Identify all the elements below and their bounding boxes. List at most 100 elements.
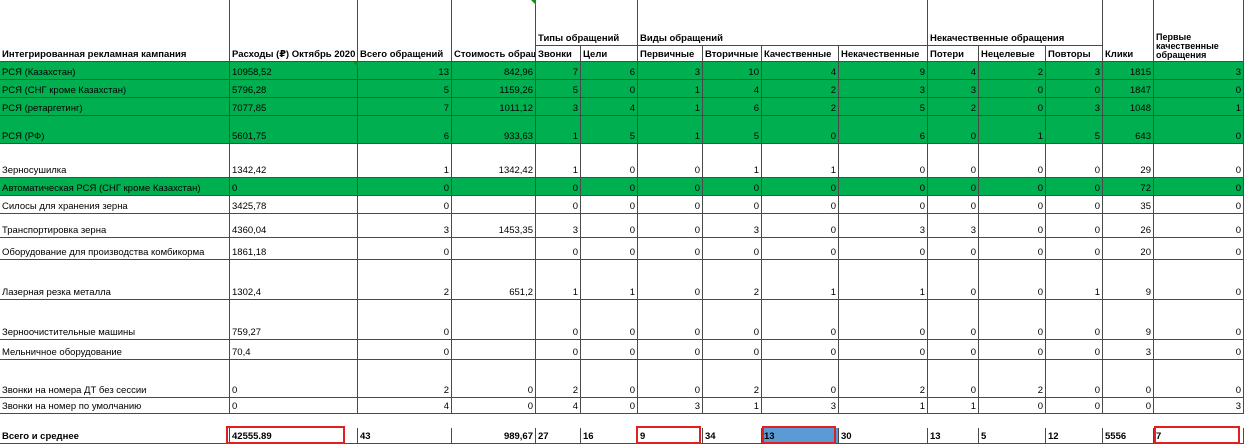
- data-cell[interactable]: 1342,42: [230, 144, 358, 178]
- data-cell[interactable]: 0: [762, 116, 839, 144]
- data-cell[interactable]: 3: [762, 398, 839, 414]
- data-cell[interactable]: 0: [638, 144, 703, 178]
- data-cell[interactable]: 5: [536, 80, 581, 98]
- campaign-name-cell[interactable]: Автоматическая РСЯ (СНГ кроме Казахстан): [0, 178, 230, 196]
- header-campaign[interactable]: Интегрированная рекламная кампания: [0, 0, 230, 62]
- data-cell[interactable]: 0: [762, 214, 839, 238]
- header-calls[interactable]: Звонки: [536, 46, 581, 62]
- totals-cell[interactable]: 989,67: [452, 428, 536, 444]
- data-cell[interactable]: 0: [1046, 360, 1103, 398]
- data-cell[interactable]: 35: [1103, 196, 1154, 214]
- data-cell[interactable]: 0: [762, 360, 839, 398]
- data-cell[interactable]: 0: [762, 340, 839, 360]
- campaign-name-cell[interactable]: Лазерная резка металла: [0, 260, 230, 300]
- data-cell[interactable]: 0: [703, 178, 762, 196]
- totals-cell[interactable]: 16: [581, 428, 638, 444]
- data-cell[interactable]: 2: [979, 62, 1046, 80]
- data-cell[interactable]: 2: [358, 360, 452, 398]
- data-cell[interactable]: 0: [1154, 214, 1244, 238]
- data-cell[interactable]: 1: [1046, 260, 1103, 300]
- data-cell[interactable]: 4: [536, 398, 581, 414]
- data-cell[interactable]: 0: [839, 144, 928, 178]
- header-clicks[interactable]: Клики: [1103, 0, 1154, 62]
- data-cell[interactable]: 0: [638, 178, 703, 196]
- data-cell[interactable]: 6: [358, 116, 452, 144]
- data-cell[interactable]: 0: [230, 360, 358, 398]
- data-cell[interactable]: 0: [638, 196, 703, 214]
- totals-cell[interactable]: 30: [839, 428, 928, 444]
- campaign-name-cell[interactable]: Звонки на номер по умолчанию: [0, 398, 230, 414]
- header-nonquality[interactable]: Некачественные: [839, 46, 928, 62]
- data-cell[interactable]: 0: [979, 196, 1046, 214]
- data-cell[interactable]: 3: [1046, 62, 1103, 80]
- data-cell[interactable]: 2: [762, 98, 839, 116]
- data-cell[interactable]: 7: [358, 98, 452, 116]
- data-cell[interactable]: 5601,75: [230, 116, 358, 144]
- data-cell[interactable]: 0: [1046, 398, 1103, 414]
- campaign-name-cell[interactable]: РСЯ (РФ): [0, 116, 230, 144]
- data-cell[interactable]: [452, 340, 536, 360]
- data-cell[interactable]: 0: [581, 80, 638, 98]
- data-cell[interactable]: 0: [979, 98, 1046, 116]
- data-cell[interactable]: 0: [1046, 340, 1103, 360]
- totals-cell[interactable]: 7: [1154, 428, 1244, 444]
- data-cell[interactable]: 5: [581, 116, 638, 144]
- campaign-name-cell[interactable]: Транспортировка зерна: [0, 214, 230, 238]
- data-cell[interactable]: 0: [358, 340, 452, 360]
- totals-cell[interactable]: 5556: [1103, 428, 1154, 444]
- data-cell[interactable]: 2: [358, 260, 452, 300]
- data-cell[interactable]: 1: [839, 398, 928, 414]
- header-goals[interactable]: Цели: [581, 46, 638, 62]
- data-cell[interactable]: 1: [928, 398, 979, 414]
- data-cell[interactable]: 3: [536, 98, 581, 116]
- data-cell[interactable]: 0: [536, 238, 581, 260]
- data-cell[interactable]: 643: [1103, 116, 1154, 144]
- data-cell[interactable]: 0: [536, 340, 581, 360]
- data-cell[interactable]: 0: [928, 340, 979, 360]
- data-cell[interactable]: 3: [839, 80, 928, 98]
- data-cell[interactable]: 1: [762, 144, 839, 178]
- data-cell[interactable]: 0: [1154, 238, 1244, 260]
- data-cell[interactable]: 0: [1046, 80, 1103, 98]
- data-cell[interactable]: 0: [762, 178, 839, 196]
- data-cell[interactable]: 0: [703, 340, 762, 360]
- data-cell[interactable]: 0: [1154, 260, 1244, 300]
- campaign-name-cell[interactable]: Силосы для хранения зерна: [0, 196, 230, 214]
- data-cell[interactable]: 1159,26: [452, 80, 536, 98]
- data-cell[interactable]: 4360,04: [230, 214, 358, 238]
- data-cell[interactable]: 7: [536, 62, 581, 80]
- data-cell[interactable]: 651,2: [452, 260, 536, 300]
- data-cell[interactable]: 3: [928, 214, 979, 238]
- data-cell[interactable]: 0: [979, 300, 1046, 340]
- data-cell[interactable]: 0: [839, 196, 928, 214]
- data-cell[interactable]: 1: [703, 144, 762, 178]
- campaign-name-cell[interactable]: Мельничное оборудование: [0, 340, 230, 360]
- data-cell[interactable]: 0: [1154, 80, 1244, 98]
- data-cell[interactable]: 0: [358, 178, 452, 196]
- data-cell[interactable]: 0: [1103, 398, 1154, 414]
- data-cell[interactable]: 1: [638, 116, 703, 144]
- data-cell[interactable]: 0: [230, 178, 358, 196]
- data-cell[interactable]: 0: [1046, 300, 1103, 340]
- data-cell[interactable]: 0: [581, 300, 638, 340]
- data-cell[interactable]: 0: [1154, 116, 1244, 144]
- data-cell[interactable]: 1: [762, 260, 839, 300]
- data-cell[interactable]: 0: [452, 398, 536, 414]
- data-cell[interactable]: 9: [1103, 300, 1154, 340]
- data-cell[interactable]: 1: [1154, 98, 1244, 116]
- data-cell[interactable]: 26: [1103, 214, 1154, 238]
- campaign-name-cell[interactable]: Зерноочистительные машины: [0, 300, 230, 340]
- data-cell[interactable]: 0: [452, 360, 536, 398]
- data-cell[interactable]: 0: [581, 196, 638, 214]
- data-cell[interactable]: 0: [581, 178, 638, 196]
- data-cell[interactable]: 10958,52: [230, 62, 358, 80]
- data-cell[interactable]: 5: [358, 80, 452, 98]
- data-cell[interactable]: 6: [581, 62, 638, 80]
- data-cell[interactable]: 0: [1154, 178, 1244, 196]
- data-cell[interactable]: 0: [928, 300, 979, 340]
- data-cell[interactable]: 0: [358, 196, 452, 214]
- data-cell[interactable]: 20: [1103, 238, 1154, 260]
- data-cell[interactable]: 29: [1103, 144, 1154, 178]
- data-cell[interactable]: 3: [1154, 398, 1244, 414]
- data-cell[interactable]: 3: [358, 214, 452, 238]
